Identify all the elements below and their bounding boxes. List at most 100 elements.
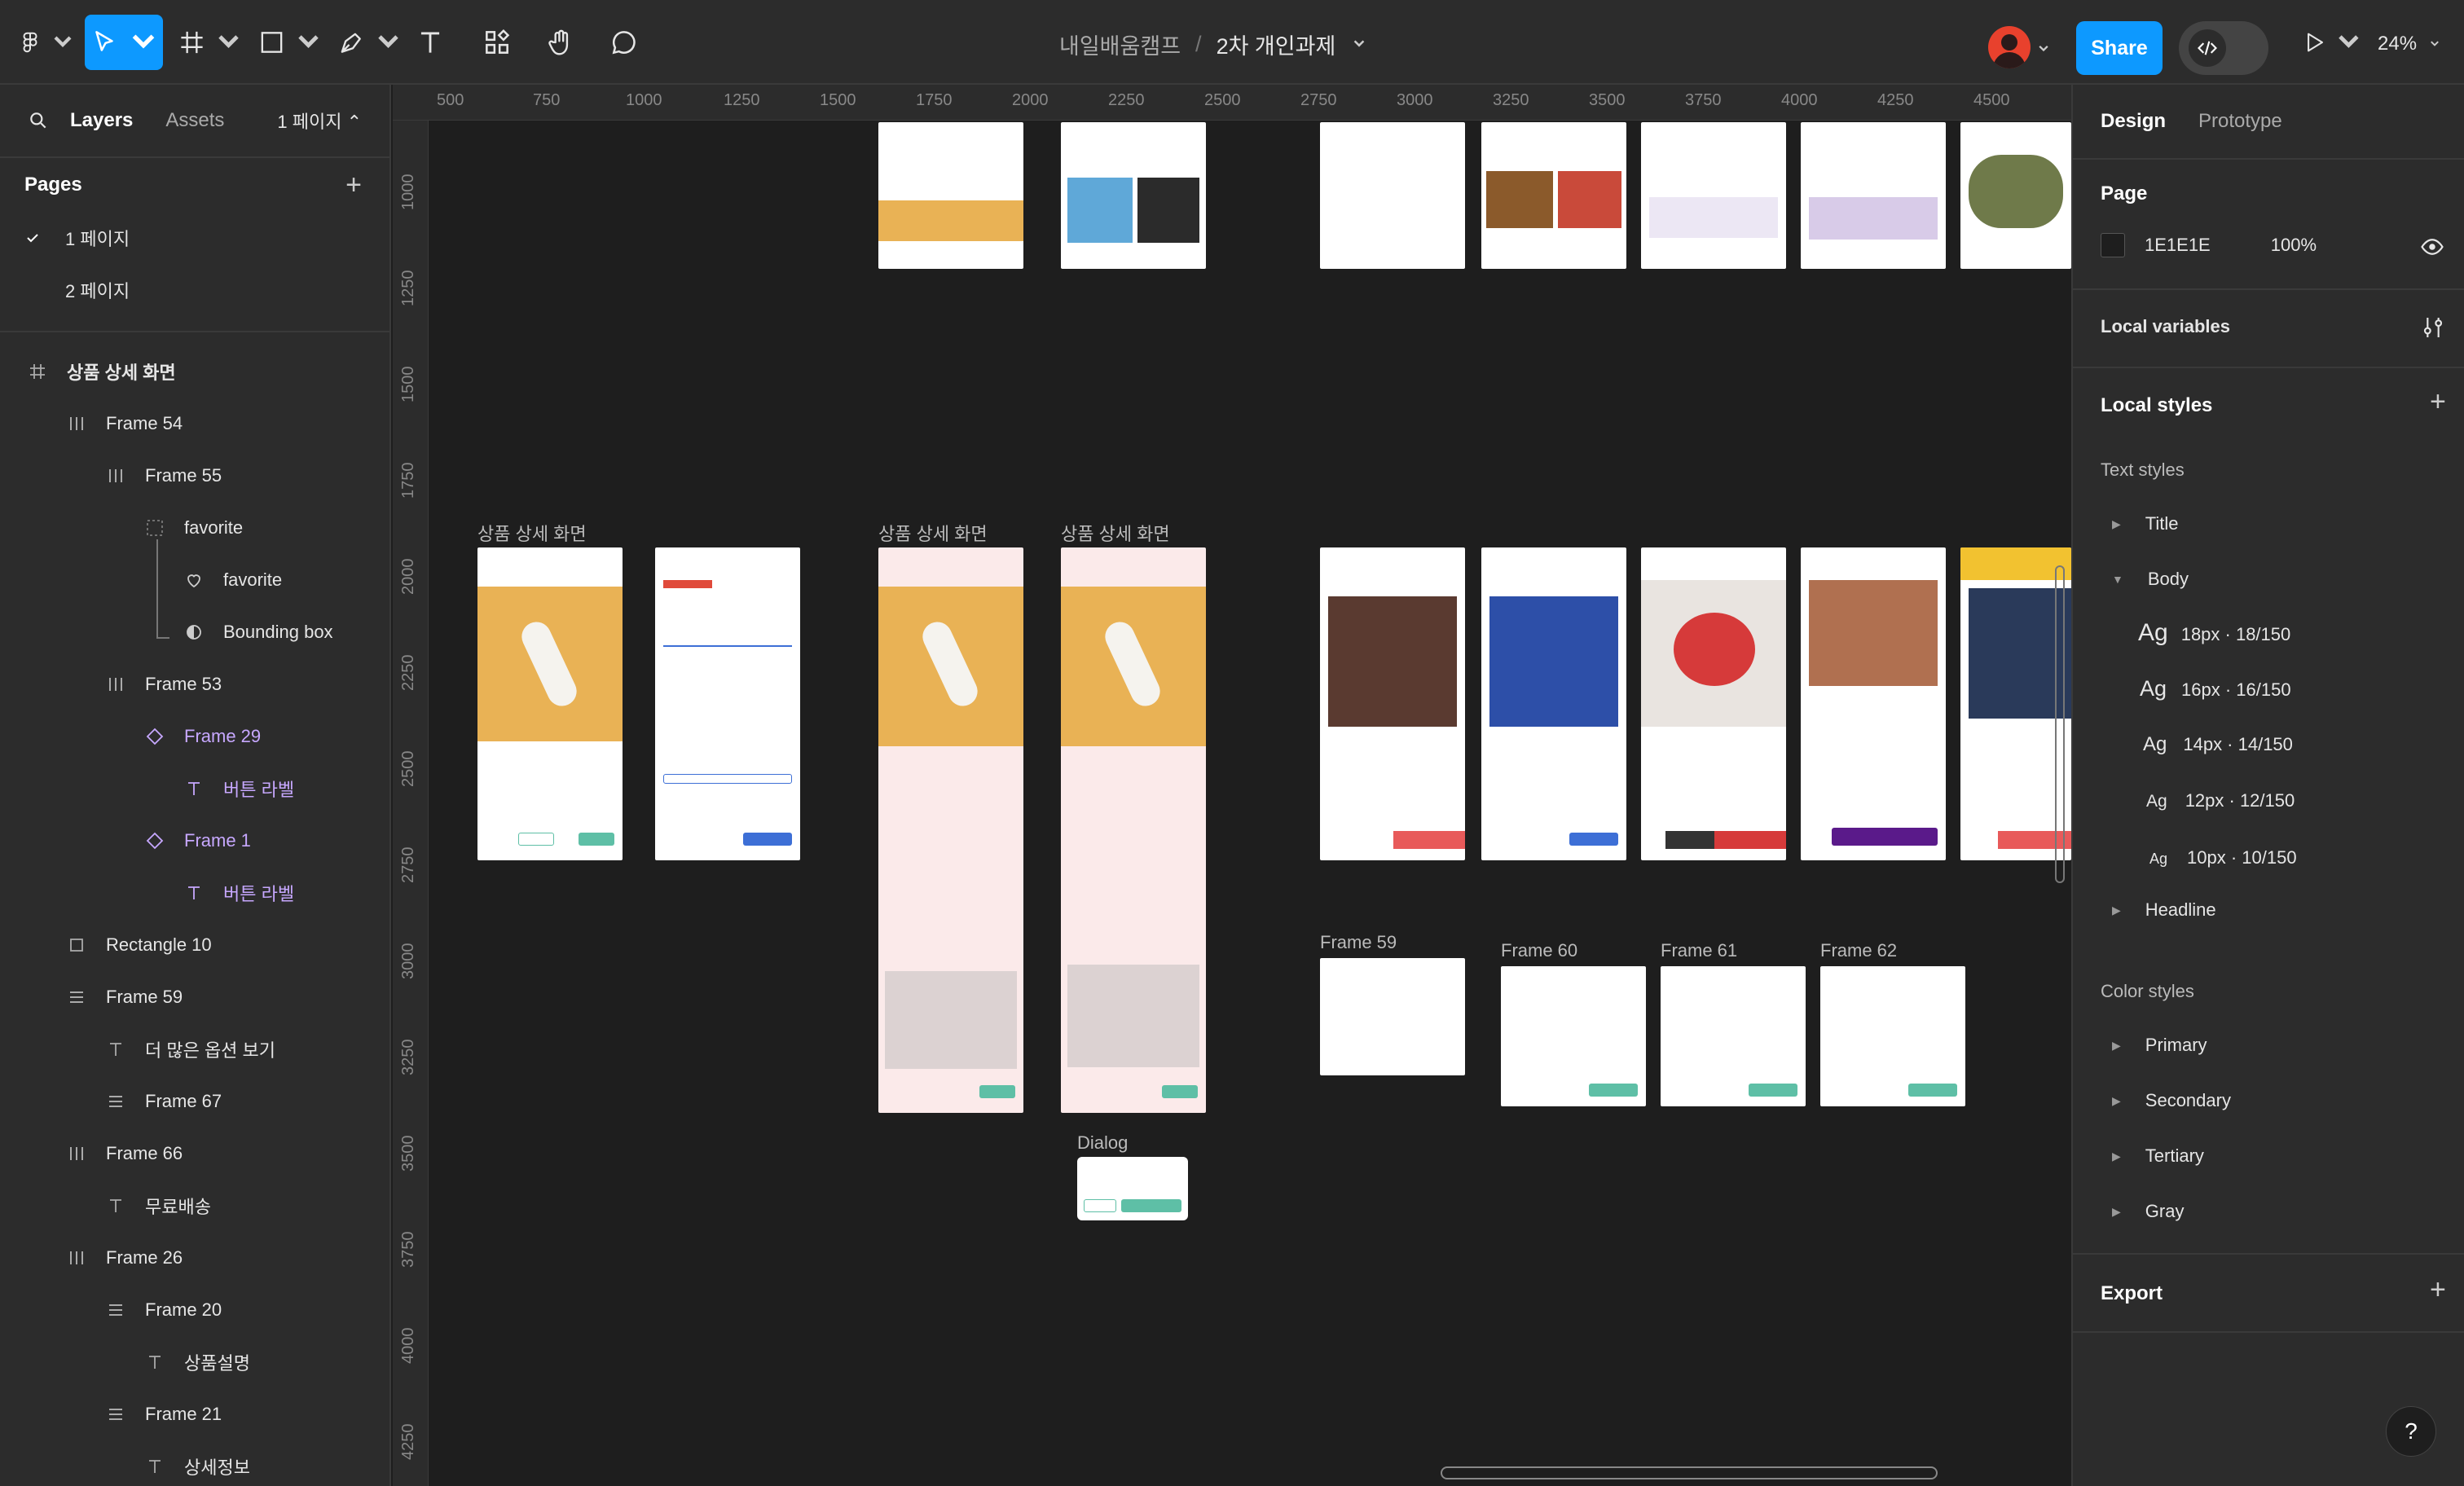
frame-thumbnail[interactable] (1641, 122, 1786, 269)
frame-label[interactable]: Frame 60 (1501, 940, 1577, 961)
color-swatch[interactable] (2101, 233, 2125, 257)
text-style-item[interactable]: Ag 12px · 12/150 (2146, 790, 2295, 811)
reference-frame[interactable] (1641, 547, 1786, 860)
page-color-row[interactable]: 1E1E1E 100% (2101, 233, 2317, 257)
frame-thumbnail[interactable] (1320, 122, 1465, 269)
layer-row[interactable]: Frame 53 (0, 658, 389, 710)
local-variables-label[interactable]: Local variables (2101, 316, 2230, 337)
shape-tool-button[interactable] (257, 15, 323, 70)
frame-thumbnail[interactable] (1801, 122, 1946, 269)
layer-row[interactable]: 버튼 라벨 (0, 763, 389, 815)
move-tool-button[interactable] (85, 15, 163, 70)
hand-tool-button[interactable] (538, 15, 583, 70)
layer-row[interactable]: Frame 55 (0, 450, 389, 502)
reference-frame[interactable] (1801, 547, 1946, 860)
product-detail-frame[interactable] (878, 547, 1023, 1113)
export-heading[interactable]: Export (2101, 1282, 2163, 1305)
frame-label[interactable]: 상품 상세 화면 (878, 520, 988, 546)
layer-row[interactable]: 버튼 라벨 (0, 867, 389, 919)
layer-row[interactable]: Frame 67 (0, 1075, 389, 1128)
reference-frame[interactable] (1481, 547, 1626, 860)
text-style-item[interactable]: Ag 10px · 10/150 (2149, 847, 2297, 868)
file-name[interactable]: 2차 개인과제 (1217, 29, 1336, 60)
layer-row[interactable]: favorite (0, 502, 389, 554)
frame-label[interactable]: Frame 59 (1320, 932, 1397, 953)
zoom-level[interactable]: 24% (2378, 33, 2440, 55)
style-group-body[interactable]: ▼ Body (2112, 569, 2189, 590)
variables-settings-icon[interactable] (2420, 314, 2446, 341)
option-frame[interactable] (1820, 966, 1965, 1106)
design-canvas[interactable]: 500 750 1000 1250 1500 1750 2000 2250 25… (393, 85, 2071, 1486)
page-item-2[interactable]: 2 페이지 (0, 264, 389, 316)
team-name[interactable]: 내일배움캠프 (1059, 29, 1181, 60)
chevron-down-icon[interactable] (2037, 42, 2050, 55)
style-group-headline[interactable]: ▶ Headline (2112, 899, 2216, 921)
layer-row[interactable]: Frame 20 (0, 1284, 389, 1336)
tab-design[interactable]: Design (2101, 110, 2166, 133)
chevron-down-icon[interactable] (1352, 37, 1366, 51)
frame-thumbnail[interactable] (1960, 122, 2071, 269)
horizontal-scrollbar[interactable] (1441, 1466, 1938, 1479)
frame-thumbnail[interactable] (1481, 122, 1626, 269)
reference-frame[interactable] (1320, 547, 1465, 860)
color-style-secondary[interactable]: ▶ Secondary (2112, 1090, 2231, 1111)
tab-layers[interactable]: Layers (70, 109, 133, 132)
eye-icon[interactable] (2420, 235, 2444, 259)
resources-tool-button[interactable] (474, 15, 520, 70)
layer-row[interactable]: Frame 21 (0, 1388, 389, 1440)
page-opacity-value[interactable]: 100% (2271, 235, 2317, 256)
frame-label[interactable]: Frame 61 (1661, 940, 1737, 961)
color-style-gray[interactable]: ▶ Gray (2112, 1201, 2184, 1222)
layer-row[interactable]: Frame 29 (0, 710, 389, 763)
tab-prototype[interactable]: Prototype (2198, 110, 2282, 133)
page-color-value[interactable]: 1E1E1E (2145, 235, 2211, 256)
style-group-title[interactable]: ▶ Title (2112, 513, 2179, 534)
color-style-tertiary[interactable]: ▶ Tertiary (2112, 1145, 2204, 1167)
option-frame[interactable] (1661, 966, 1806, 1106)
product-detail-frame[interactable] (477, 547, 623, 860)
page-item-1[interactable]: 1 페이지 (0, 212, 389, 264)
layer-row[interactable]: 무료배송 (0, 1180, 389, 1232)
frame-thumbnail[interactable] (878, 122, 1023, 269)
frame-label[interactable]: Frame 62 (1820, 940, 1897, 961)
layer-row[interactable]: favorite (0, 554, 389, 606)
file-title[interactable]: 내일배움캠프 / 2차 개인과제 (1059, 28, 1366, 60)
add-page-button[interactable]: + (345, 169, 362, 201)
present-button[interactable] (2301, 15, 2363, 70)
frame-label[interactable]: 상품 상세 화면 (1061, 520, 1170, 546)
layer-row[interactable]: Bounding box (0, 606, 389, 658)
layer-row[interactable]: Rectangle 10 (0, 919, 389, 971)
layer-row[interactable]: Frame 26 (0, 1232, 389, 1284)
text-style-item[interactable]: Ag 16px · 16/150 (2140, 676, 2291, 701)
dev-mode-toggle[interactable] (2179, 21, 2268, 75)
product-detail-frame[interactable] (1061, 547, 1206, 1113)
main-menu-button[interactable] (18, 15, 75, 70)
pen-tool-button[interactable] (337, 15, 403, 70)
layer-row[interactable]: Frame 54 (0, 398, 389, 450)
option-sheet-frame[interactable] (655, 547, 800, 860)
share-button[interactable]: Share (2076, 21, 2163, 75)
text-style-item[interactable]: Ag 14px · 14/150 (2143, 733, 2293, 756)
add-style-button[interactable]: + (2430, 386, 2446, 418)
dialog-frame[interactable] (1077, 1157, 1188, 1220)
option-frame[interactable] (1320, 958, 1465, 1075)
frame-thumbnail[interactable] (1061, 122, 1206, 269)
page-selector[interactable]: 1 페이지 ⌃ (277, 108, 362, 134)
option-frame[interactable] (1501, 966, 1646, 1106)
user-avatar[interactable] (1988, 26, 2031, 68)
text-tool-button[interactable] (409, 15, 451, 70)
vertical-scrollbar[interactable] (2055, 565, 2065, 883)
layer-row[interactable]: Frame 59 (0, 971, 389, 1023)
comment-tool-button[interactable] (601, 15, 647, 70)
text-style-item[interactable]: Ag 18px · 18/150 (2138, 619, 2290, 647)
layer-row[interactable]: 상세정보 (0, 1440, 389, 1486)
layer-row[interactable]: Frame 1 (0, 815, 389, 867)
frame-label[interactable]: Dialog (1077, 1132, 1128, 1154)
layer-row[interactable]: Frame 66 (0, 1128, 389, 1180)
frame-label[interactable]: 상품 상세 화면 (477, 520, 587, 546)
help-button[interactable]: ? (2386, 1406, 2436, 1457)
add-export-button[interactable]: + (2430, 1274, 2446, 1306)
color-style-primary[interactable]: ▶ Primary (2112, 1035, 2207, 1056)
layer-row[interactable]: 상품 상세 화면 (0, 345, 389, 398)
frame-tool-button[interactable] (178, 15, 243, 70)
